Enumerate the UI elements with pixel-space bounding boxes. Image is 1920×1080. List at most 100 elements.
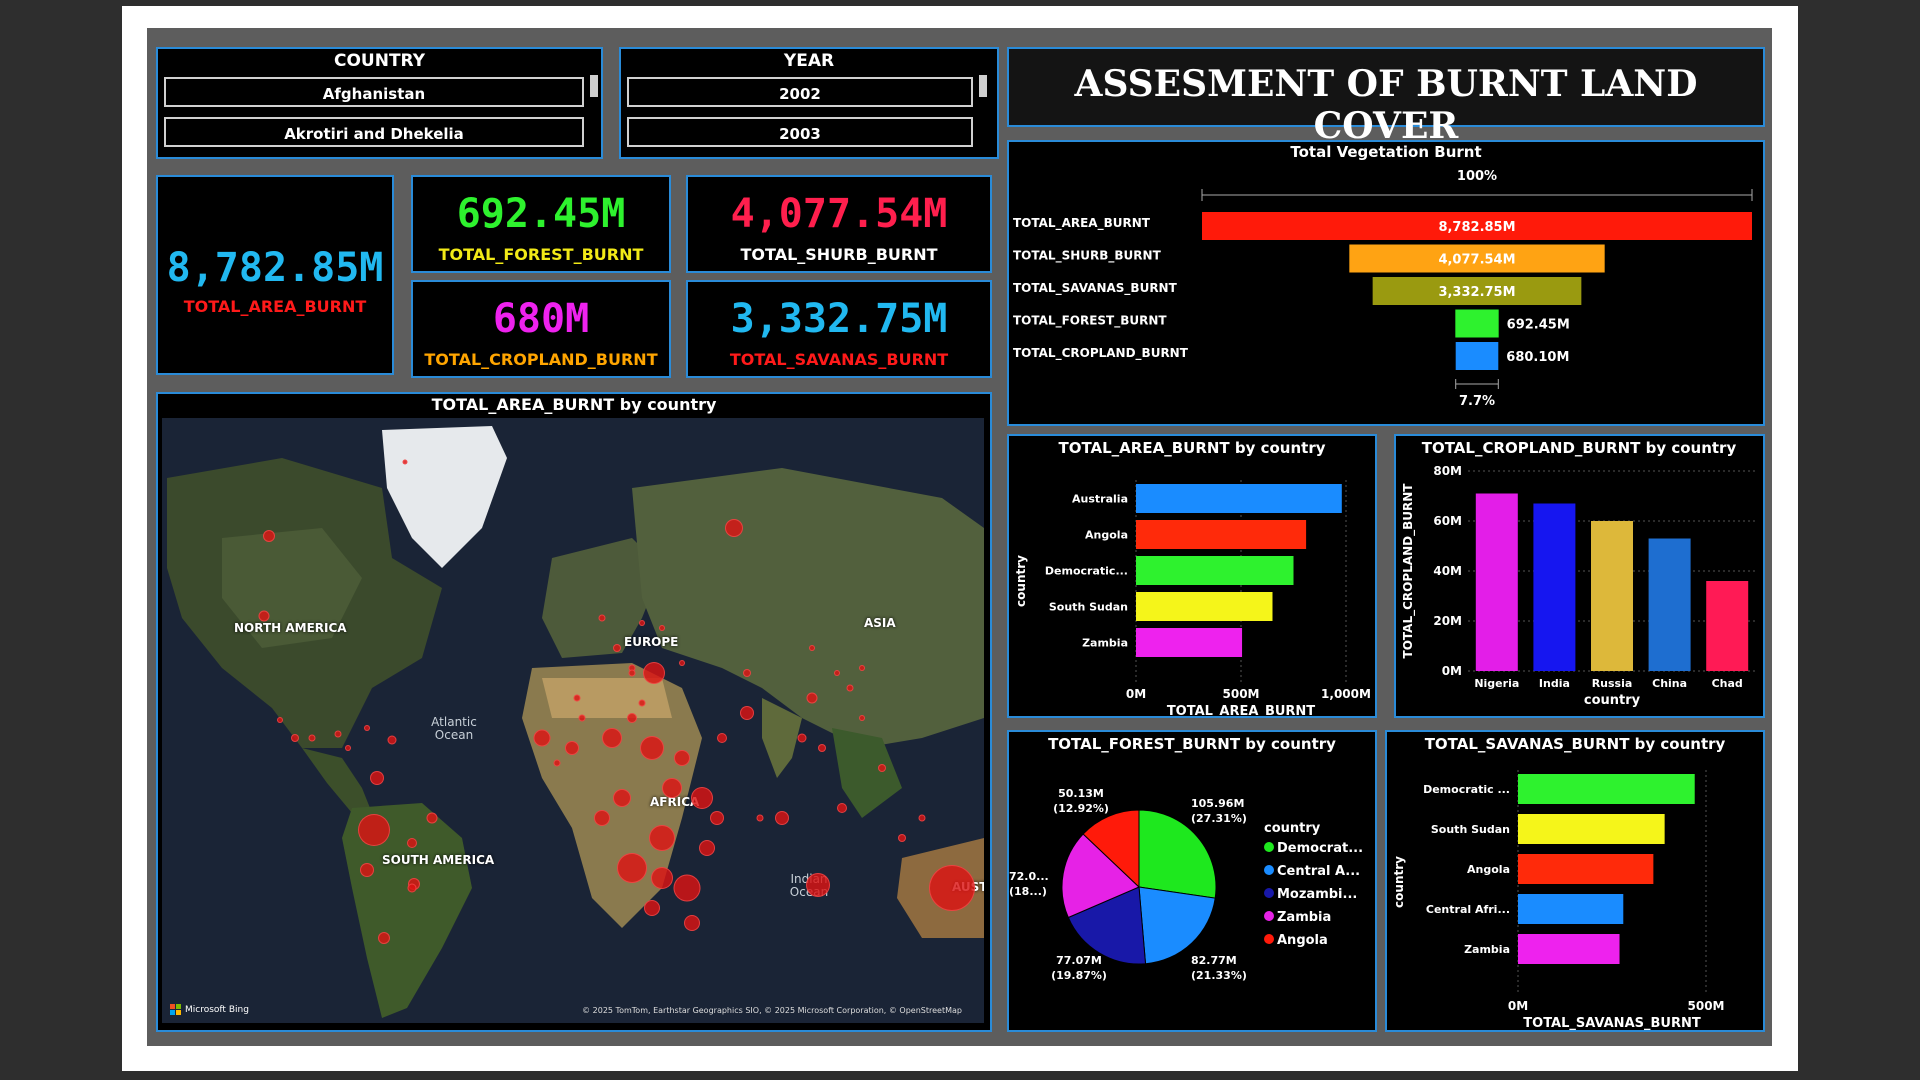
map-bubble[interactable] [345, 745, 351, 751]
map-bubble[interactable] [360, 863, 374, 877]
y-category-label: Angola [1467, 863, 1510, 876]
legend-label: Democrat... [1277, 841, 1363, 856]
map-bubble[interactable] [684, 915, 700, 931]
map-panel[interactable]: TOTAL_AREA_BURNT by country NORTH AMERIC… [156, 392, 992, 1032]
map-bubble[interactable] [640, 736, 664, 760]
x-category-label: China [1652, 677, 1687, 690]
cropland-by-country-panel[interactable]: TOTAL_CROPLAND_BURNT by country 0M 20M 40M 6… [1394, 434, 1765, 718]
x-axis-title: country [1584, 693, 1641, 708]
map-bubble[interactable] [725, 519, 743, 537]
map-bubble[interactable] [533, 729, 551, 747]
map-bubble[interactable] [898, 834, 906, 842]
year-scrollbar[interactable] [979, 75, 987, 97]
pie-slice-label: 105.96M [1191, 797, 1244, 810]
map-bubble[interactable] [407, 838, 417, 848]
map-bubble[interactable] [649, 825, 675, 851]
map-bubble[interactable] [834, 670, 840, 676]
legend-marker [1264, 888, 1274, 898]
map-bubble[interactable] [407, 883, 417, 893]
map-bubble[interactable] [859, 665, 865, 671]
map-bubble[interactable] [679, 660, 685, 666]
map-bubble[interactable] [598, 614, 606, 622]
map-bubble[interactable] [291, 734, 299, 742]
country-slicer[interactable]: COUNTRY Afghanistan Akrotiri and Dhekeli… [156, 47, 603, 159]
area-by-country-chart: TOTAL_AREA_BURNT by country 0M 500M 1,000M A… [1014, 439, 1371, 719]
funnel-value-label: 4,077.54M [1438, 253, 1515, 268]
map-bubble[interactable] [806, 692, 818, 704]
map-bubble[interactable] [639, 620, 645, 626]
map-bubble[interactable] [258, 610, 270, 622]
map-bubble[interactable] [918, 814, 926, 822]
map-bubble[interactable] [334, 730, 342, 738]
map-bubble[interactable] [613, 644, 621, 652]
map-bubble[interactable] [797, 733, 807, 743]
map-bubble[interactable] [628, 669, 636, 677]
map-bubble[interactable] [651, 867, 673, 889]
map-bubble[interactable] [859, 715, 865, 721]
map-bubble[interactable] [627, 713, 637, 723]
map-bubble[interactable] [553, 759, 561, 767]
map-bubble[interactable] [662, 778, 682, 798]
world-map[interactable]: NORTH AMERICA EUROPE ASIA AFRICA SOUTH A… [162, 418, 984, 1023]
y-tick-label: 0M [1442, 664, 1462, 678]
map-bubble[interactable] [594, 810, 610, 826]
map-bubble[interactable] [806, 873, 830, 897]
map-bubble[interactable] [878, 764, 886, 772]
map-bubble[interactable] [929, 865, 975, 911]
map-bubble[interactable] [699, 840, 715, 856]
map-bubble[interactable] [573, 694, 581, 702]
slicer-item-2002[interactable]: 2002 [627, 77, 973, 107]
map-bubble[interactable] [756, 814, 764, 822]
map-bubble[interactable] [602, 728, 622, 748]
map-bubble[interactable] [643, 662, 665, 684]
slicer-item-2003[interactable]: 2003 [627, 117, 973, 147]
y-category-label: Zambia [1464, 943, 1510, 956]
map-bubble[interactable] [277, 717, 283, 723]
slicer-item-akrotiri[interactable]: Akrotiri and Dhekelia [164, 117, 584, 147]
map-bubble[interactable] [674, 750, 690, 766]
map-bubble[interactable] [364, 725, 370, 731]
y-category-label: Australia [1072, 493, 1128, 506]
map-bubble[interactable] [809, 645, 815, 651]
area-by-country-panel[interactable]: TOTAL_AREA_BURNT by country 0M 500M 1,000M A… [1007, 434, 1377, 719]
slicer-item-afghanistan[interactable]: Afghanistan [164, 77, 584, 107]
map-bubble[interactable] [837, 803, 847, 813]
map-bubble[interactable] [818, 744, 826, 752]
map-bubble[interactable] [846, 684, 854, 692]
forest-by-country-panel[interactable]: TOTAL_FOREST_BURNT by country 105.96M (27.… [1007, 730, 1377, 1032]
map-bubble[interactable] [358, 814, 390, 846]
map-bubble[interactable] [308, 734, 316, 742]
map-bubble[interactable] [743, 669, 751, 677]
map-bubble[interactable] [710, 811, 724, 825]
map-bubble[interactable] [775, 811, 789, 825]
map-bubble[interactable] [378, 932, 390, 944]
map-bubble[interactable] [644, 900, 660, 916]
funnel-value-label: 680.10M [1506, 350, 1569, 365]
map-bubble[interactable] [426, 812, 438, 824]
map-bubble[interactable] [565, 741, 579, 755]
y-tick-label: 60M [1433, 514, 1462, 528]
map-bubble[interactable] [638, 699, 646, 707]
map-label-north-america: NORTH AMERICA [234, 621, 347, 635]
map-label-south-america: SOUTH AMERICA [382, 853, 495, 867]
map-bubble[interactable] [402, 459, 408, 465]
map-bubble[interactable] [578, 714, 586, 722]
kpi-total-cropland-burnt: 680M TOTAL_CROPLAND_BURNT [411, 280, 671, 378]
year-slicer[interactable]: YEAR 2002 2003 [619, 47, 999, 159]
map-attribution: © 2025 TomTom, Earthstar Geographics SIO… [582, 1006, 962, 1015]
map-bubble[interactable] [387, 735, 397, 745]
map-bubble[interactable] [659, 625, 665, 631]
map-bubble[interactable] [617, 853, 647, 883]
savanas-by-country-panel[interactable]: TOTAL_SAVANAS_BURNT by country 0M 500M Demo… [1385, 730, 1765, 1032]
map-bubble[interactable] [263, 530, 275, 542]
country-scrollbar[interactable] [590, 75, 598, 97]
vegetation-funnel-panel[interactable]: Total Vegetation Burnt 100% TOTAL_AREA_BUR… [1007, 140, 1765, 426]
map-bubble[interactable] [717, 733, 727, 743]
map-bubble[interactable] [740, 706, 754, 720]
y-tick-label: 20M [1433, 614, 1462, 628]
map-bubble[interactable] [673, 874, 701, 902]
map-bubble[interactable] [370, 771, 384, 785]
kpi-total-forest-burnt: 692.45M TOTAL_FOREST_BURNT [411, 175, 671, 273]
map-bubble[interactable] [613, 789, 631, 807]
map-bubble[interactable] [691, 787, 713, 809]
